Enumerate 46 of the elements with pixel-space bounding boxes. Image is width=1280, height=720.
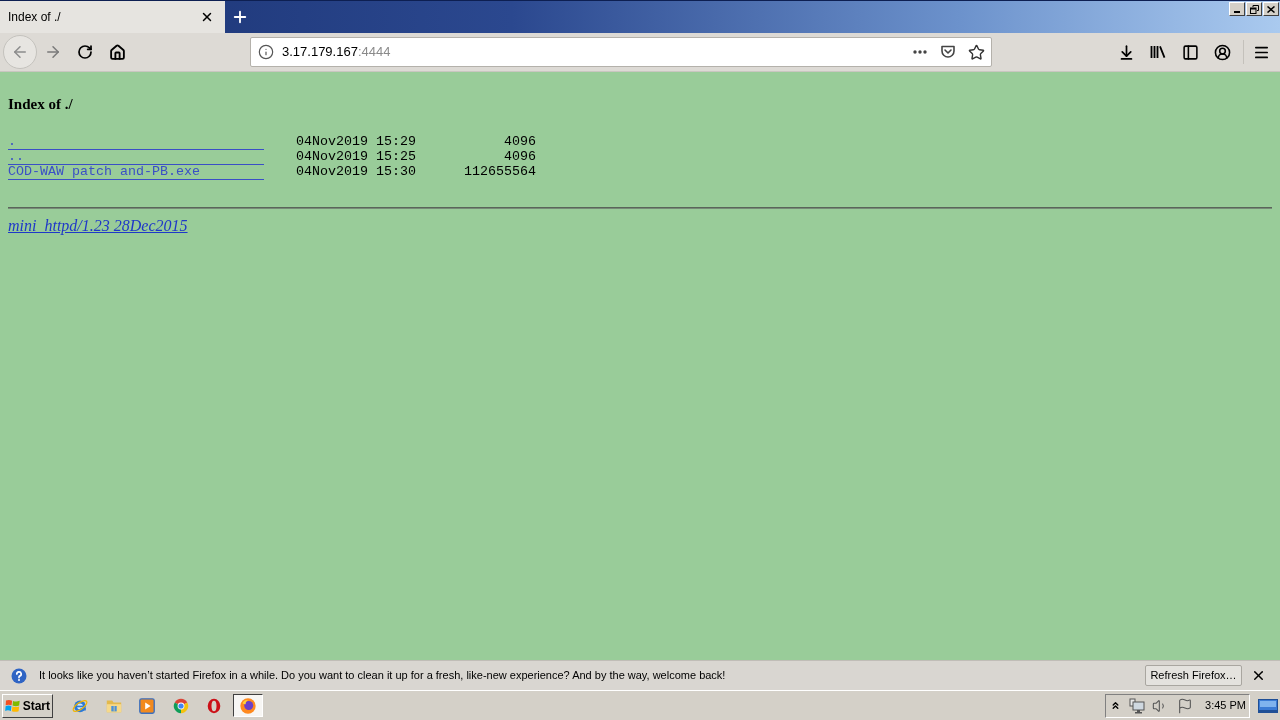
plus-icon bbox=[231, 8, 249, 26]
restore-icon bbox=[1249, 4, 1259, 14]
pocket-icon bbox=[940, 44, 956, 60]
file-size: 4096 bbox=[503, 150, 536, 165]
home-icon bbox=[108, 43, 126, 61]
notification-message: It looks like you haven’t started Firefox in a while. Do you want to clean it up for a fresh, like-new experience? And by the way, welcome back! bbox=[39, 668, 726, 684]
ellipsis-icon bbox=[913, 50, 927, 54]
segmented-circle-icon bbox=[171, 696, 190, 715]
flag-icon[interactable] bbox=[1177, 697, 1193, 714]
address-bar[interactable]: 3.17.179.167:4444 bbox=[250, 37, 992, 67]
file-link[interactable]: COD-WAW patch and-PB.exe bbox=[8, 165, 264, 180]
account-icon bbox=[1213, 43, 1231, 61]
modified-date: 04Nov2019 15:30 bbox=[296, 165, 416, 180]
minimize-icon bbox=[1234, 11, 1240, 13]
page-heading: Index of ./ bbox=[8, 95, 73, 114]
minimize-button[interactable] bbox=[1229, 2, 1245, 16]
clock[interactable]: 3:45 PM bbox=[1205, 697, 1246, 714]
modified-date: 04Nov2019 15:29 bbox=[296, 135, 416, 150]
close-window-button[interactable] bbox=[1263, 2, 1279, 16]
star-icon bbox=[967, 43, 985, 61]
flame-globe-icon bbox=[238, 696, 257, 715]
forward-arrow-icon bbox=[44, 43, 62, 61]
ring-icon bbox=[205, 696, 223, 715]
modified-date: 04Nov2019 15:25 bbox=[296, 150, 416, 165]
show-desktop-icon[interactable] bbox=[1258, 697, 1278, 714]
help-icon bbox=[11, 667, 27, 684]
windows-logo-icon bbox=[5, 697, 21, 714]
info-icon[interactable] bbox=[258, 44, 274, 60]
close-icon bbox=[1267, 5, 1275, 13]
restore-button[interactable] bbox=[1246, 2, 1262, 16]
close-icon bbox=[200, 10, 214, 24]
sidebar-icon bbox=[1181, 43, 1199, 61]
file-size: 4096 bbox=[503, 135, 536, 150]
network-computer-icon[interactable] bbox=[1129, 697, 1145, 714]
browser-tab[interactable]: Index of ./ bbox=[0, 1, 225, 33]
reload-icon bbox=[77, 44, 93, 60]
file-size: 112655564 bbox=[463, 165, 536, 180]
taskbar-app-button[interactable] bbox=[232, 694, 263, 717]
refresh-firefox-button[interactable]: Refresh Firefox… bbox=[1145, 665, 1242, 686]
play-icon bbox=[138, 696, 156, 715]
start-button[interactable]: Start bbox=[2, 693, 53, 718]
file-link[interactable]: . bbox=[8, 135, 264, 150]
library-icon bbox=[1150, 45, 1166, 59]
file-link[interactable]: .. bbox=[8, 150, 264, 165]
url-text: 3.17.179.167:4444 bbox=[282, 43, 391, 62]
server-link[interactable]: mini_httpd/1.23 28Dec2015 bbox=[8, 217, 188, 235]
